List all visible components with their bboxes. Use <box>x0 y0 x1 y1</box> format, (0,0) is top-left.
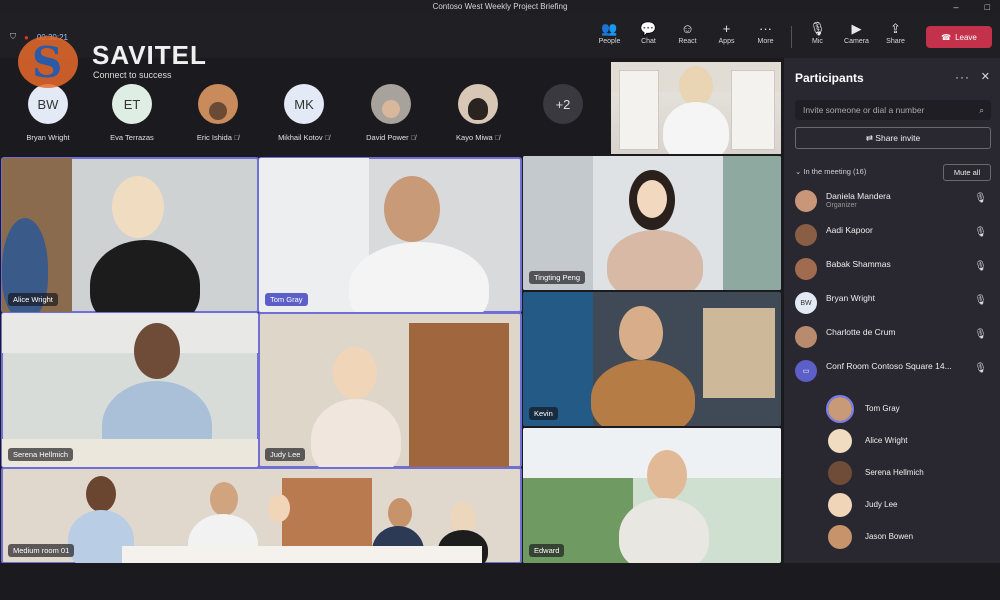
avatar <box>795 190 817 212</box>
title-bar: Contoso West Weekly Project Briefing – □ <box>0 0 1000 14</box>
room-member-row[interactable]: Serena Hellmich <box>828 460 998 486</box>
invite-input[interactable]: Invite someone or dial a number ⌕ <box>795 100 991 120</box>
avatar <box>371 84 411 124</box>
people-icon: 👥 <box>601 21 618 36</box>
mic-off-icon: 🎙̸ <box>233 135 240 142</box>
people-button[interactable]: 👥 People <box>590 20 629 48</box>
video-tile-tingting-peng[interactable]: Tingting Peng <box>523 156 781 290</box>
bottom-strip <box>0 563 1000 600</box>
tile-name-label: Tingting Peng <box>529 271 586 284</box>
participant-row[interactable]: BW Bryan Wright 🎙 <box>795 290 991 316</box>
camera-button[interactable]: ▶ Camera <box>837 20 876 48</box>
tile-name-label: Edward <box>529 544 565 557</box>
share-icon: ⇪ <box>890 21 901 36</box>
avatar-kayo-miwa[interactable]: Kayo Miwa 🎙̸ <box>437 84 519 142</box>
tile-name-label: Judy Lee <box>265 448 306 461</box>
avatar: MK <box>284 84 324 124</box>
window-title: Contoso West Weekly Project Briefing <box>432 2 568 11</box>
leave-button[interactable]: ☎ Leave <box>926 26 992 48</box>
room-icon: ▭ <box>795 360 817 382</box>
avatar-bryan-wright[interactable]: BW Bryan Wright <box>7 84 89 142</box>
avatar <box>826 395 854 423</box>
react-icon: ☺ <box>680 21 695 36</box>
video-tile-tom-gray[interactable]: Tom Gray <box>258 157 522 313</box>
mic-icon: 🎙 <box>809 21 826 36</box>
maximize-button[interactable]: □ <box>985 0 990 14</box>
in-meeting-header[interactable]: ⌄ In the meeting (16) <box>795 167 866 176</box>
room-member-row[interactable]: Tom Gray <box>826 395 998 423</box>
tile-name-label: Medium room 01 <box>8 544 75 557</box>
minimize-button[interactable]: – <box>954 0 959 14</box>
overflow-count: +2 <box>543 84 583 124</box>
mic-off-icon: 🎙̸ <box>494 135 500 142</box>
video-tile-serena-hellmich[interactable]: Serena Hellmich <box>1 312 259 468</box>
video-tile-judy-lee[interactable]: Judy Lee <box>258 312 522 468</box>
avatar <box>828 525 852 549</box>
share-invite-button[interactable]: ⇄ Share invite <box>795 127 991 149</box>
participant-row[interactable]: Charlotte de Crum 🎙 <box>795 324 991 350</box>
search-icon: ⌕ <box>979 105 984 115</box>
avatar <box>198 84 238 124</box>
mute-all-button[interactable]: Mute all <box>943 164 991 181</box>
participant-row-conf-room[interactable]: ▭ Conf Room Contoso Square 14... 🎙 <box>795 358 991 384</box>
mic-off-icon: 🎙̸ <box>324 135 330 142</box>
participant-row[interactable]: Aadi Kapoor 🎙 <box>795 222 991 248</box>
chat-icon: 💬 <box>640 21 657 36</box>
participants-panel: Participants ··· ✕ Invite someone or dia… <box>784 58 1000 563</box>
more-button[interactable]: ··· More <box>746 20 785 48</box>
mic-off-icon: 🎙̸ <box>410 135 416 142</box>
avatar-mikhail-kotov[interactable]: MK Mikhail Kotov 🎙̸ <box>263 84 345 142</box>
avatar <box>795 258 817 280</box>
chat-button[interactable]: 💬 Chat <box>629 20 668 48</box>
share-button[interactable]: ⇪ Share <box>876 20 915 48</box>
room-member-row[interactable]: Alice Wright <box>828 428 998 454</box>
spotlight-video-tile[interactable] <box>611 62 781 154</box>
more-icon: ··· <box>759 21 772 36</box>
panel-title: Participants <box>795 71 864 85</box>
mic-icon: 🎙 <box>974 261 987 272</box>
close-icon[interactable]: ✕ <box>981 70 990 83</box>
more-options-icon[interactable]: ··· <box>955 70 970 84</box>
tile-name-label: Serena Hellmich <box>8 448 74 461</box>
phone-hangup-icon: ☎ <box>941 32 952 42</box>
avatar-eva-terrazas[interactable]: ET Eva Terrazas <box>91 84 173 142</box>
share-link-icon: ⇄ <box>865 133 876 143</box>
video-tile-edward[interactable]: Edward <box>523 428 781 563</box>
mic-icon: 🎙 <box>974 193 987 204</box>
tile-name-label: Alice Wright <box>8 293 58 306</box>
avatar <box>795 224 817 246</box>
tile-name-label: Tom Gray <box>265 293 308 306</box>
participant-row[interactable]: Daniela Mandera Organizer 🎙 <box>795 188 991 214</box>
room-member-row[interactable]: Jason Bowen <box>828 524 998 550</box>
avatar <box>828 461 852 485</box>
mic-icon: 🎙 <box>974 363 987 374</box>
tile-name-label: Kevin <box>529 407 558 420</box>
avatar: BW <box>28 84 68 124</box>
mic-icon: 🎙 <box>974 329 987 340</box>
mic-icon: 🎙 <box>974 227 987 238</box>
shield-icon: ⛉ <box>10 32 16 41</box>
participant-row[interactable]: Babak Shammas 🎙 <box>795 256 991 282</box>
avatar <box>828 429 852 453</box>
avatar <box>795 326 817 348</box>
video-tile-kevin[interactable]: Kevin <box>523 292 781 426</box>
room-member-row[interactable]: Judy Lee <box>828 492 998 518</box>
avatar <box>828 493 852 517</box>
avatar-david-power[interactable]: David Power 🎙̸ <box>350 84 432 142</box>
apps-button[interactable]: + Apps <box>707 20 746 48</box>
avatar <box>458 84 498 124</box>
apps-icon: + <box>722 21 731 36</box>
react-button[interactable]: ☺ React <box>668 20 707 48</box>
watermark-logo: S SAVITEL Connect to success <box>18 36 218 88</box>
toolbar-divider <box>791 26 792 48</box>
avatar-eric-ishida[interactable]: Eric Ishida 🎙̸ <box>177 84 259 142</box>
overflow-participants-button[interactable]: +2 <box>522 84 604 124</box>
camera-icon: ▶ <box>851 21 862 36</box>
video-tile-alice-wright[interactable]: Alice Wright <box>1 157 259 313</box>
avatar: ET <box>112 84 152 124</box>
video-tile-medium-room[interactable]: Medium room 01 <box>1 467 522 564</box>
mic-icon: 🎙 <box>974 295 987 306</box>
mic-button[interactable]: 🎙 Mic <box>798 20 837 48</box>
avatar: BW <box>795 292 817 314</box>
